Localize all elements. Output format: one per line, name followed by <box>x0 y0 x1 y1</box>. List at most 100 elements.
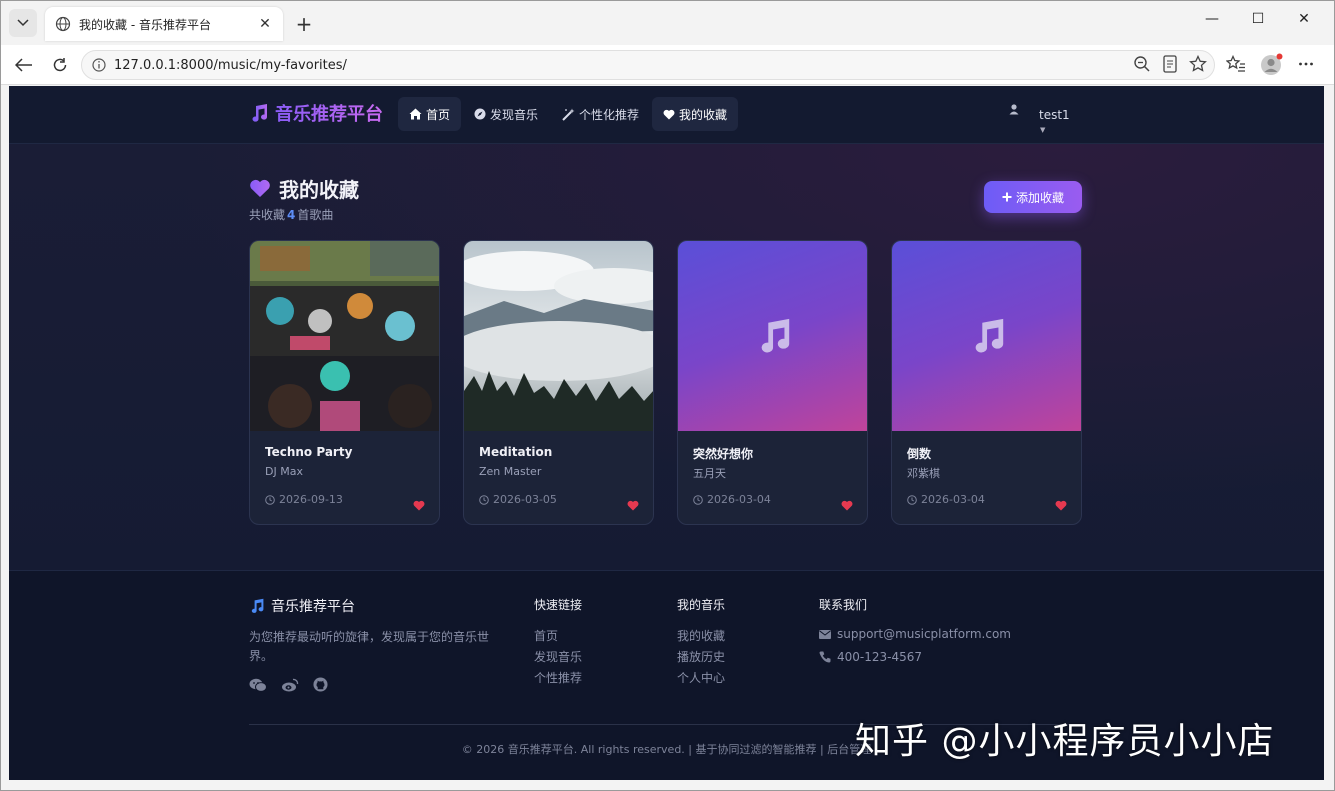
caret-down-icon: ▼ <box>1040 126 1046 134</box>
unfavorite-heart-icon[interactable] <box>413 496 425 515</box>
count-suffix: 首歌曲 <box>297 208 334 222</box>
globe-icon <box>55 16 71 32</box>
footer-brand: 音乐推荐平台 <box>249 596 355 616</box>
unfavorite-heart-icon[interactable] <box>841 496 853 515</box>
reader-icon[interactable] <box>1162 55 1178 77</box>
wechat-icon[interactable] <box>249 677 267 692</box>
heart-icon <box>663 109 675 120</box>
tab-title: 我的收藏 - 音乐推荐平台 <box>79 17 211 32</box>
minimize-button[interactable]: — <box>1200 11 1224 27</box>
page-viewport: 音乐推荐平台 首页 发现音乐 个性化推荐 我的收藏 test1 ▼ 我的收藏 共… <box>9 86 1324 780</box>
envelope-icon <box>819 629 831 639</box>
song-date: 2026-03-04 <box>907 493 985 506</box>
clock-icon <box>479 494 489 505</box>
song-card[interactable]: Meditation Zen Master 2026-03-05 <box>463 240 654 525</box>
song-card[interactable]: 突然好想你 五月天 2026-03-04 <box>677 240 868 525</box>
back-button[interactable] <box>13 55 35 75</box>
song-date: 2026-09-13 <box>265 493 343 506</box>
site-header: 音乐推荐平台 首页 发现音乐 个性化推荐 我的收藏 test1 ▼ <box>9 86 1324 144</box>
footer-link-discover[interactable]: 发现音乐 <box>534 648 582 665</box>
clock-icon <box>693 494 703 505</box>
phone-icon <box>819 651 831 663</box>
nav-favorites[interactable]: 我的收藏 <box>652 97 739 131</box>
contact-email-text: support@musicplatform.com <box>837 627 1011 641</box>
zoom-icon[interactable] <box>1133 55 1151 77</box>
username: test1 <box>1039 108 1070 122</box>
brand-logo[interactable]: 音乐推荐平台 <box>249 100 383 126</box>
more-menu-icon[interactable] <box>1298 55 1314 77</box>
github-icon[interactable] <box>313 677 328 692</box>
my-music-title: 我的音乐 <box>677 598 726 612</box>
music-note-icon <box>975 318 1003 353</box>
clock-icon <box>907 494 917 505</box>
clock-icon <box>265 494 275 505</box>
song-title: Techno Party <box>265 445 353 459</box>
arrow-left-icon <box>15 58 32 72</box>
url-text: 127.0.0.1:8000/music/my-favorites/ <box>114 57 347 73</box>
footer-link-history[interactable]: 播放历史 <box>677 648 725 665</box>
unfavorite-heart-icon[interactable] <box>627 496 639 515</box>
song-title: Meditation <box>479 445 553 459</box>
nav-home-label: 首页 <box>426 107 451 122</box>
song-artist: DJ Max <box>265 465 303 478</box>
favorites-list-icon[interactable] <box>1225 54 1246 77</box>
main-nav: 首页 发现音乐 个性化推荐 我的收藏 <box>398 97 740 131</box>
weibo-icon[interactable] <box>281 677 299 692</box>
song-card[interactable]: Techno Party DJ Max 2026-09-13 <box>249 240 440 525</box>
nav-recommend[interactable]: 个性化推荐 <box>551 97 650 131</box>
footer-contact: 联系我们 support@musicplatform.com 400-123-4… <box>819 596 1011 673</box>
refresh-button[interactable] <box>49 55 71 75</box>
nav-home[interactable]: 首页 <box>398 97 462 131</box>
nav-recommend-label: 个性化推荐 <box>579 107 640 122</box>
tab-active[interactable]: 我的收藏 - 音乐推荐平台 ✕ <box>45 7 283 41</box>
album-cover-image <box>250 241 439 431</box>
watermark: 知乎 @小小程序员小小店 <box>855 721 1275 762</box>
album-cover-placeholder <box>678 241 867 431</box>
song-title: 倒数 <box>907 447 932 461</box>
song-title: 突然好想你 <box>693 447 754 461</box>
footer-link-home[interactable]: 首页 <box>534 627 582 644</box>
close-window-button[interactable]: ✕ <box>1292 11 1316 27</box>
tab-list-button[interactable] <box>9 9 37 37</box>
contact-phone[interactable]: 400-123-4567 <box>819 650 1011 664</box>
song-artist: Zen Master <box>479 465 542 478</box>
refresh-icon <box>53 58 67 72</box>
nav-discover[interactable]: 发现音乐 <box>463 97 549 131</box>
footer-link-profile[interactable]: 个人中心 <box>677 669 725 686</box>
music-note-icon <box>251 598 264 613</box>
browser-window: 我的收藏 - 音乐推荐平台 ✕ + — ☐ ✕ 127.0.0.1:8000/m… <box>0 0 1335 791</box>
nav-favorites-label: 我的收藏 <box>679 107 728 122</box>
new-tab-button[interactable]: + <box>293 13 315 35</box>
music-note-icon <box>761 318 789 353</box>
contact-phone-text: 400-123-4567 <box>837 650 923 664</box>
profile-avatar-icon[interactable] <box>1260 53 1284 81</box>
footer-brand-name: 音乐推荐平台 <box>271 599 355 615</box>
favorite-star-icon[interactable] <box>1189 54 1207 77</box>
page-title: 我的收藏 <box>249 174 359 203</box>
add-favorite-label: 添加收藏 <box>1015 190 1064 205</box>
album-cover-image <box>464 241 653 431</box>
footer-my-music: 我的音乐 我的收藏 播放历史 个人中心 <box>677 596 725 690</box>
contact-email[interactable]: support@musicplatform.com <box>819 627 1011 641</box>
user-menu[interactable]: test1 ▼ <box>1009 100 1070 134</box>
music-note-icon <box>252 104 268 122</box>
unfavorite-heart-icon[interactable] <box>1055 496 1067 515</box>
song-artist: 邓紫棋 <box>907 467 940 480</box>
url-bar[interactable]: 127.0.0.1:8000/music/my-favorites/ <box>81 50 1215 80</box>
home-icon <box>409 108 422 120</box>
footer-link-recommend[interactable]: 个性推荐 <box>534 669 582 686</box>
count-prefix: 共收藏 <box>249 208 286 222</box>
song-date: 2026-03-04 <box>693 493 771 506</box>
song-date-text: 2026-09-13 <box>279 493 343 506</box>
footer-link-favorites[interactable]: 我的收藏 <box>677 627 725 644</box>
add-favorite-button[interactable]: 添加收藏 <box>984 181 1082 213</box>
heart-icon <box>250 179 270 197</box>
address-toolbar: 127.0.0.1:8000/music/my-favorites/ <box>1 45 1334 85</box>
info-icon <box>92 58 106 72</box>
tab-close-button[interactable]: ✕ <box>257 16 273 32</box>
maximize-button[interactable]: ☐ <box>1246 11 1270 27</box>
plus-icon <box>1002 192 1012 202</box>
footer-description: 为您推荐最动听的旋律，发现属于您的音乐世界。 <box>249 630 490 663</box>
song-card[interactable]: 倒数 邓紫棋 2026-03-04 <box>891 240 1082 525</box>
favorites-main: 我的收藏 共收藏 4 首歌曲 添加收藏 Techno Party DJ Max … <box>9 144 1324 570</box>
